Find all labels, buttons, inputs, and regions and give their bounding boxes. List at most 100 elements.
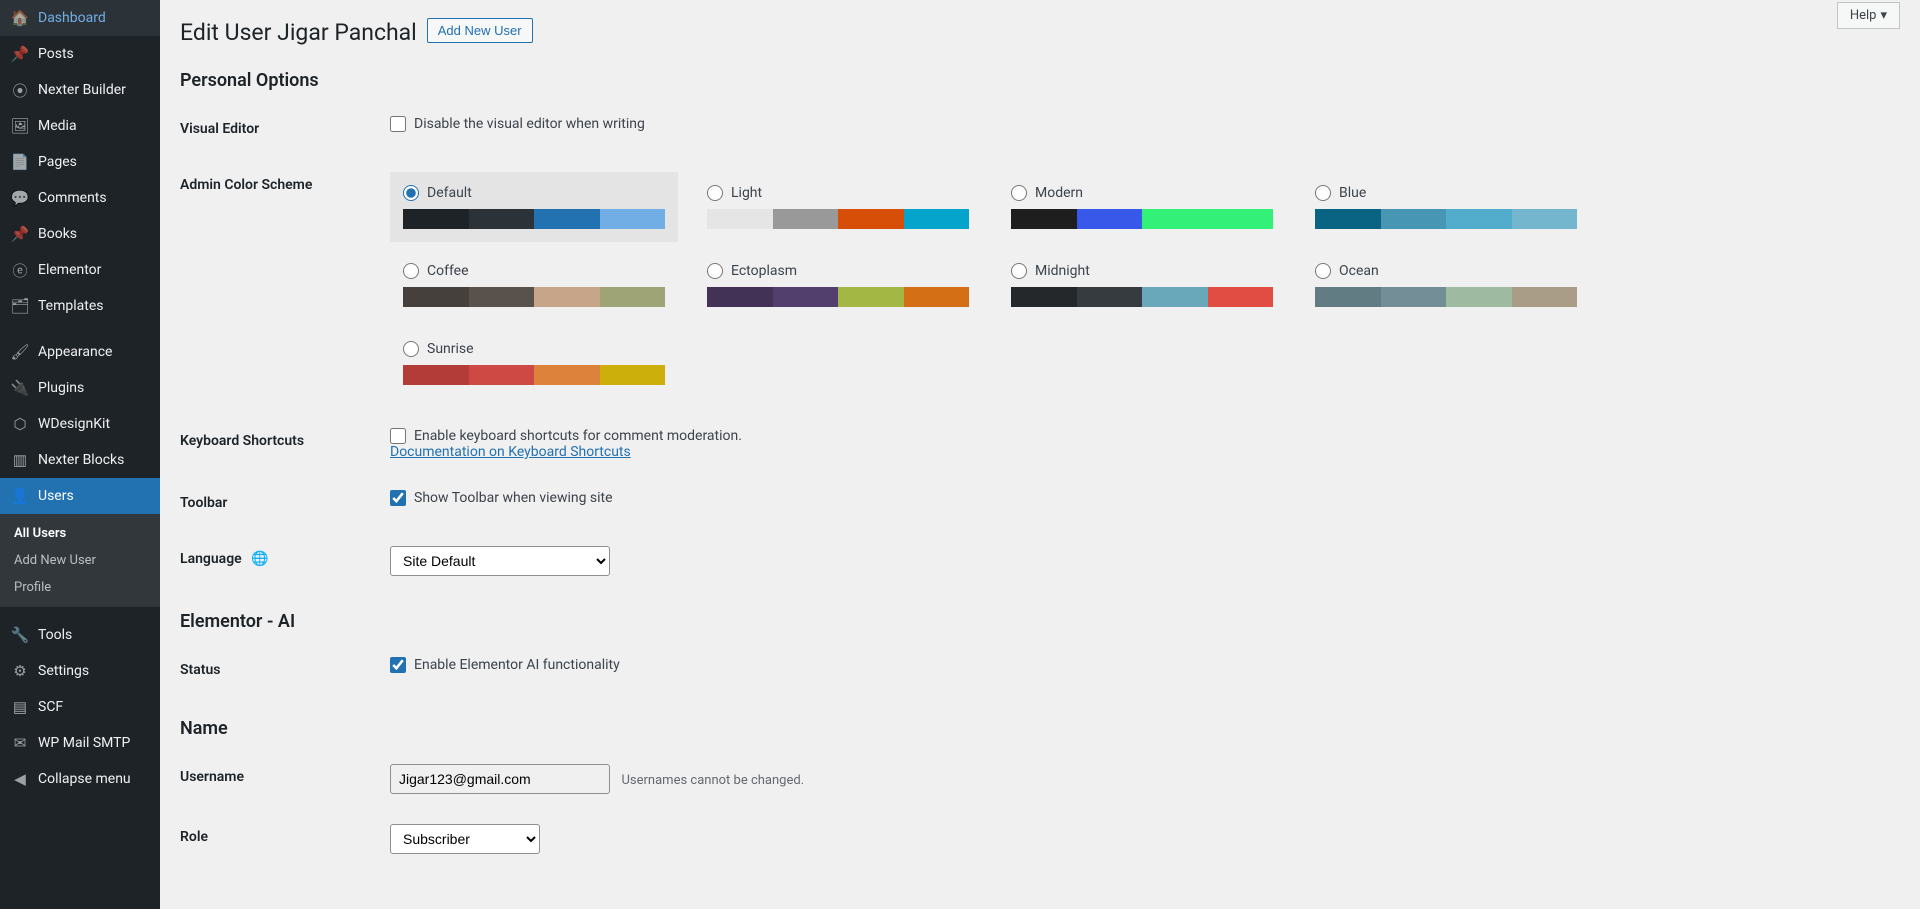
color-scheme-radio-wrapper[interactable]: Ocean [1315, 263, 1577, 279]
sidebar-item-comments[interactable]: 💬Comments [0, 180, 160, 216]
sidebar-subitem-add-new-user[interactable]: Add New User [0, 547, 160, 574]
section-elementor-ai: Elementor - AI [180, 591, 1900, 642]
help-button[interactable]: Help ▾ [1837, 2, 1900, 29]
sidebar-item-media[interactable]: 🖼Media [0, 108, 160, 144]
color-scheme-radio-modern[interactable] [1011, 185, 1027, 201]
palette-swatch [1381, 287, 1447, 307]
visual-editor-label: Visual Editor [180, 101, 380, 157]
visual-editor-checkbox-wrapper[interactable]: Disable the visual editor when writing [390, 116, 1890, 132]
color-scheme-radio-wrapper[interactable]: Sunrise [403, 341, 665, 357]
color-scheme-radio-wrapper[interactable]: Ectoplasm [707, 263, 969, 279]
color-scheme-ocean[interactable]: Ocean [1302, 250, 1590, 320]
language-select[interactable]: Site Default [390, 546, 610, 576]
sidebar-item-elementor[interactable]: ⓔElementor [0, 252, 160, 288]
sidebar-item-label: Users [38, 488, 74, 504]
sidebar-item-nexter-builder[interactable]: ⦿Nexter Builder [0, 72, 160, 108]
color-scheme-midnight[interactable]: Midnight [998, 250, 1286, 320]
sidebar-item-collapse-menu[interactable]: ◀Collapse menu [0, 761, 160, 797]
sidebar-item-wp-mail-smtp[interactable]: ✉WP Mail SMTP [0, 725, 160, 761]
username-description: Usernames cannot be changed. [621, 773, 804, 788]
add-new-user-button[interactable]: Add New User [427, 18, 533, 43]
color-scheme-name: Light [731, 185, 762, 201]
color-scheme-radio-sunrise[interactable] [403, 341, 419, 357]
palette-swatch [773, 209, 839, 229]
palette-swatch [1077, 209, 1143, 229]
sidebar-item-books[interactable]: 📌Books [0, 216, 160, 252]
sidebar-item-nexter-blocks[interactable]: ▥Nexter Blocks [0, 442, 160, 478]
sidebar-item-users[interactable]: 👤Users [0, 478, 160, 514]
sidebar-item-settings[interactable]: ⚙Settings [0, 653, 160, 689]
sidebar-item-label: Tools [38, 627, 72, 643]
tools-icon: 🔧 [10, 625, 30, 645]
color-scheme-radio-wrapper[interactable]: Coffee [403, 263, 665, 279]
color-scheme-radio-blue[interactable] [1315, 185, 1331, 201]
sidebar-item-pages[interactable]: 📄Pages [0, 144, 160, 180]
color-scheme-radio-wrapper[interactable]: Modern [1011, 185, 1273, 201]
color-scheme-name: Default [427, 185, 472, 201]
sidebar-subitem-profile[interactable]: Profile [0, 574, 160, 601]
color-scheme-palette [1011, 287, 1273, 307]
color-scheme-radio-ocean[interactable] [1315, 263, 1331, 279]
sidebar-item-tools[interactable]: 🔧 Tools [0, 617, 160, 653]
role-select[interactable]: Subscriber [390, 824, 540, 854]
palette-swatch [1142, 287, 1208, 307]
palette-swatch [707, 209, 773, 229]
palette-swatch [1011, 209, 1077, 229]
color-scheme-name: Ocean [1339, 263, 1379, 279]
sidebar-item-appearance[interactable]: 🖌Appearance [0, 334, 160, 370]
settings-icon: ⚙ [10, 661, 30, 681]
palette-swatch [534, 209, 600, 229]
color-scheme-radio-wrapper[interactable]: Light [707, 185, 969, 201]
color-scheme-coffee[interactable]: Coffee [390, 250, 678, 320]
color-scheme-palette [403, 365, 665, 385]
sidebar-item-posts[interactable]: 📌Posts [0, 36, 160, 72]
sidebar-item-label: Templates [38, 298, 104, 314]
keyboard-shortcuts-doc-link[interactable]: Documentation on Keyboard Shortcuts [390, 444, 631, 460]
palette-swatch [1315, 287, 1381, 307]
color-scheme-palette [403, 209, 665, 229]
color-scheme-ectoplasm[interactable]: Ectoplasm [694, 250, 982, 320]
color-scheme-radio-light[interactable] [707, 185, 723, 201]
visual-editor-checkbox-label: Disable the visual editor when writing [414, 116, 645, 132]
sidebar-subitem-all-users[interactable]: All Users [0, 520, 160, 547]
role-label: Role [180, 809, 380, 869]
elementor-ai-checkbox-wrapper[interactable]: Enable Elementor AI functionality [390, 657, 1890, 673]
sidebar-item-templates[interactable]: 🗂Templates [0, 288, 160, 324]
color-scheme-radio-wrapper[interactable]: Blue [1315, 185, 1577, 201]
toolbar-checkbox[interactable] [390, 490, 406, 506]
sidebar-item-wdesignkit[interactable]: ⬡WDesignKit [0, 406, 160, 442]
color-scheme-name: Ectoplasm [731, 263, 797, 279]
toolbar-checkbox-wrapper[interactable]: Show Toolbar when viewing site [390, 490, 1890, 506]
color-scheme-radio-coffee[interactable] [403, 263, 419, 279]
color-scheme-name: Modern [1035, 185, 1083, 201]
color-scheme-sunrise[interactable]: Sunrise [390, 328, 678, 398]
color-scheme-radio-midnight[interactable] [1011, 263, 1027, 279]
color-scheme-radio-wrapper[interactable]: Default [403, 185, 665, 201]
palette-swatch [1142, 209, 1208, 229]
elementor-ai-checkbox[interactable] [390, 657, 406, 673]
color-scheme-radio-wrapper[interactable]: Midnight [1011, 263, 1273, 279]
nexter-blocks-icon: ▥ [10, 450, 30, 470]
admin-color-scheme-label: Admin Color Scheme [180, 157, 380, 413]
color-scheme-blue[interactable]: Blue [1302, 172, 1590, 242]
keyboard-shortcuts-checkbox-wrapper[interactable]: Enable keyboard shortcuts for comment mo… [390, 428, 1890, 444]
palette-swatch [469, 287, 535, 307]
sidebar-item-label: Pages [38, 154, 77, 170]
color-scheme-palette [707, 209, 969, 229]
sidebar-item-scf[interactable]: ▤SCF [0, 689, 160, 725]
sidebar-item-dashboard[interactable]: 🏠Dashboard [0, 0, 160, 36]
color-scheme-radio-default[interactable] [403, 185, 419, 201]
visual-editor-checkbox[interactable] [390, 116, 406, 132]
color-scheme-default[interactable]: Default [390, 172, 678, 242]
sidebar-item-plugins[interactable]: 🔌Plugins [0, 370, 160, 406]
color-scheme-radio-ectoplasm[interactable] [707, 263, 723, 279]
palette-swatch [600, 365, 666, 385]
palette-swatch [534, 365, 600, 385]
keyboard-shortcuts-checkbox[interactable] [390, 428, 406, 444]
palette-swatch [1315, 209, 1381, 229]
color-scheme-light[interactable]: Light [694, 172, 982, 242]
palette-swatch [600, 209, 666, 229]
dashboard-icon: 🏠 [10, 8, 30, 28]
color-scheme-modern[interactable]: Modern [998, 172, 1286, 242]
sidebar-item-label: Books [38, 226, 77, 242]
